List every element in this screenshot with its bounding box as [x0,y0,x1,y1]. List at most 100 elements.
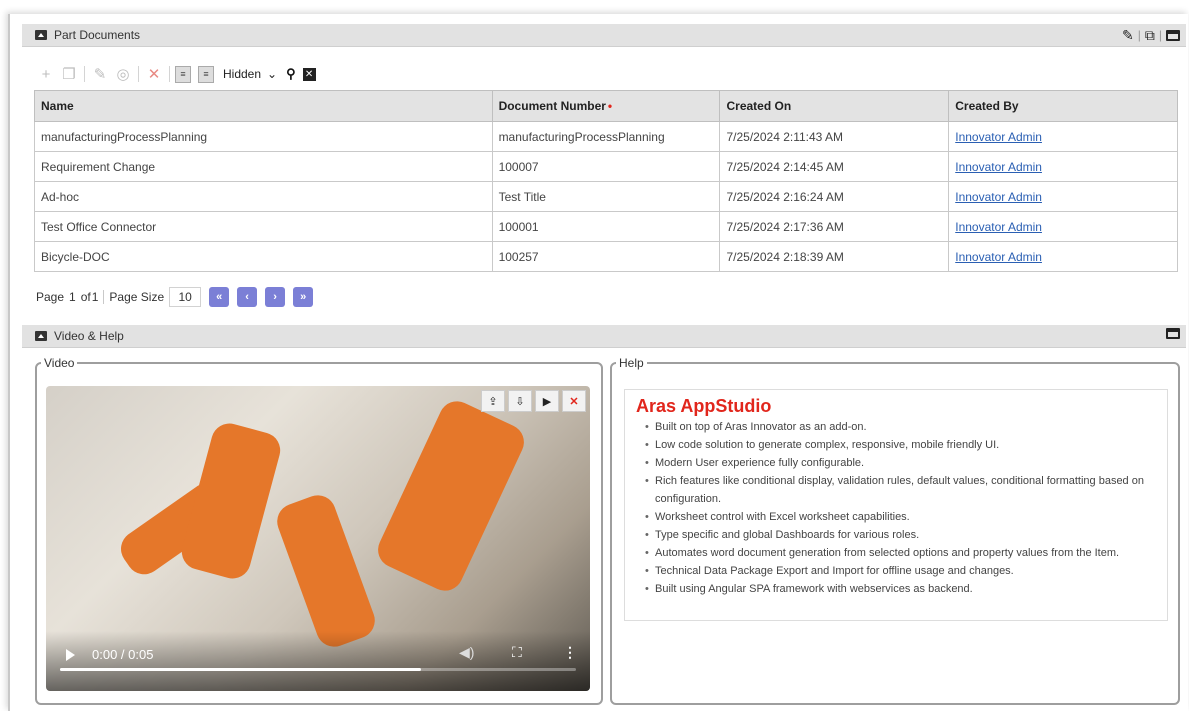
column-header-created-on[interactable]: Created On [719,90,950,122]
divider: | [1158,28,1162,42]
play-icon[interactable] [66,649,75,661]
column-header-document-number[interactable]: Document Number • [491,90,721,122]
created-by-link[interactable]: Innovator Admin [955,250,1042,264]
edit-icon[interactable]: ✎ [1122,27,1134,43]
first-page-button[interactable]: « [209,287,230,307]
video-frame-shape [372,395,530,597]
column-header-name[interactable]: Name [34,90,493,122]
fullscreen-icon[interactable]: ⛶ [512,644,522,661]
help-list: Built on top of Aras Innovator as an add… [645,418,1165,598]
close-icon[interactable]: ✕ [562,390,586,412]
copy-icon[interactable]: ❐ [59,64,79,84]
cell-name: manufacturingProcessPlanning [34,121,493,152]
video-time: 0:00 / 0:05 [92,647,154,662]
camera-icon[interactable]: ▶ [535,390,559,412]
visibility-select-value: Hidden [223,67,262,81]
part-documents-header[interactable]: Part Documents ✎ | ⧉ | [22,24,1186,47]
video-frame-shape [272,490,380,652]
pager: Page 1 of 1 Page Size 10 « ‹ › » [36,287,314,307]
cell-created-by: Innovator Admin [948,241,1178,272]
collapse-icon[interactable] [35,30,47,40]
cell-created-on: 7/25/2024 2:16:24 AM [719,181,950,212]
maximize-icon[interactable] [1166,328,1180,339]
table-row[interactable]: manufacturingProcessPlanning manufacturi… [34,121,1178,152]
cell-created-on: 7/25/2024 2:18:39 AM [719,241,950,272]
upload-icon[interactable]: ⇪ [481,390,505,412]
visibility-select[interactable]: Hidden ⌄ [223,67,277,81]
page-size-label: Page Size [109,290,165,304]
previous-page-button[interactable]: ‹ [237,287,258,307]
cell-document-number: manufacturingProcessPlanning [491,121,721,152]
video-progress-fill [60,668,422,671]
download-icon[interactable]: ⇩ [508,390,532,412]
created-by-link[interactable]: Innovator Admin [955,160,1042,174]
video-legend: Video [44,356,75,370]
divider [103,290,105,304]
table-row[interactable]: Ad-hoc Test Title 7/25/2024 2:16:24 AM I… [34,181,1178,212]
required-marker: • [607,99,613,113]
video-controls: 0:00 / 0:05 ◀) ⛶ ⋮ [46,631,590,691]
grid-header-row: Name Document Number • Created On Created… [34,90,1178,122]
table-row[interactable]: Test Office Connector 100001 7/25/2024 2… [34,211,1178,242]
list-item: Type specific and global Dashboards for … [645,526,1165,544]
list-item: Built using Angular SPA framework with w… [645,580,1165,598]
maximize-icon[interactable] [1166,29,1180,41]
created-by-link[interactable]: Innovator Admin [955,130,1042,144]
video-player[interactable]: ⇪ ⇩ ▶ ✕ 0:00 / 0:05 ◀) ⛶ ⋮ [46,386,590,691]
document-icon[interactable]: ≡ [198,65,214,83]
cell-document-number: 100001 [491,211,721,242]
video-progress-bar[interactable] [60,668,576,671]
cell-created-on: 7/25/2024 2:14:45 AM [719,151,950,182]
column-label: Created On [726,99,792,113]
document-icon[interactable]: ≡ [175,65,191,83]
clear-icon[interactable]: ✕ [302,67,316,81]
volume-icon[interactable]: ◀) [459,644,474,661]
column-label: Document Number [498,99,606,113]
list-item: Built on top of Aras Innovator as an add… [645,418,1165,436]
cell-document-number: 100257 [491,241,721,272]
cell-created-by: Innovator Admin [948,181,1178,212]
edit-icon[interactable]: ✎ [90,64,110,84]
next-page-button[interactable]: › [265,287,286,307]
last-page-button[interactable]: » [293,287,314,307]
divider: | [1137,28,1141,42]
more-options-icon[interactable]: ⋮ [563,644,577,661]
collapse-icon[interactable] [35,331,47,341]
video-help-title: Video & Help [54,329,124,343]
cell-created-on: 7/25/2024 2:11:43 AM [719,121,950,152]
column-header-created-by[interactable]: Created By [948,90,1178,122]
table-row[interactable]: Bicycle-DOC 100257 7/25/2024 2:18:39 AM … [34,241,1178,272]
cell-name: Ad-hoc [34,181,493,212]
cell-created-by: Innovator Admin [948,211,1178,242]
page-number: 1 [69,290,76,304]
list-item: Automates word document generation from … [645,544,1165,562]
search-icon[interactable]: ⚲ [286,66,296,82]
open-external-icon[interactable]: ⧉ [1145,27,1155,43]
divider [84,66,85,82]
divider [169,66,170,82]
panel-actions: ✎ | ⧉ | [1122,27,1180,43]
help-content: Aras AppStudio Built on top of Aras Inno… [624,389,1168,621]
created-by-link[interactable]: Innovator Admin [955,220,1042,234]
page-total: 1 [91,290,99,304]
video-help-header[interactable]: Video & Help [22,325,1186,348]
part-documents-title: Part Documents [54,28,141,42]
delete-icon[interactable]: ✕ [144,64,164,84]
created-by-link[interactable]: Innovator Admin [955,190,1042,204]
view-icon[interactable]: ◎ [113,64,133,84]
chevron-down-icon: ⌄ [267,67,278,81]
page-size-input[interactable]: 10 [169,287,202,307]
cell-created-on: 7/25/2024 2:17:36 AM [719,211,950,242]
cell-created-by: Innovator Admin [948,121,1178,152]
help-legend: Help [619,356,644,370]
divider [138,66,139,82]
page-label: Page [36,290,65,304]
grid-toolbar: + ❐ ✎ ◎ ✕ ≡ ≡ Hidden ⌄ ⚲ ✕ [36,64,316,84]
part-documents-grid: Name Document Number • Created On Created… [34,90,1178,272]
of-label: of [80,290,91,304]
cell-document-number: Test Title [491,181,721,212]
list-item: Low code solution to generate complex, r… [645,436,1165,454]
cell-document-number: 100007 [491,151,721,182]
add-icon[interactable]: + [36,64,56,84]
table-row[interactable]: Requirement Change 100007 7/25/2024 2:14… [34,151,1178,182]
